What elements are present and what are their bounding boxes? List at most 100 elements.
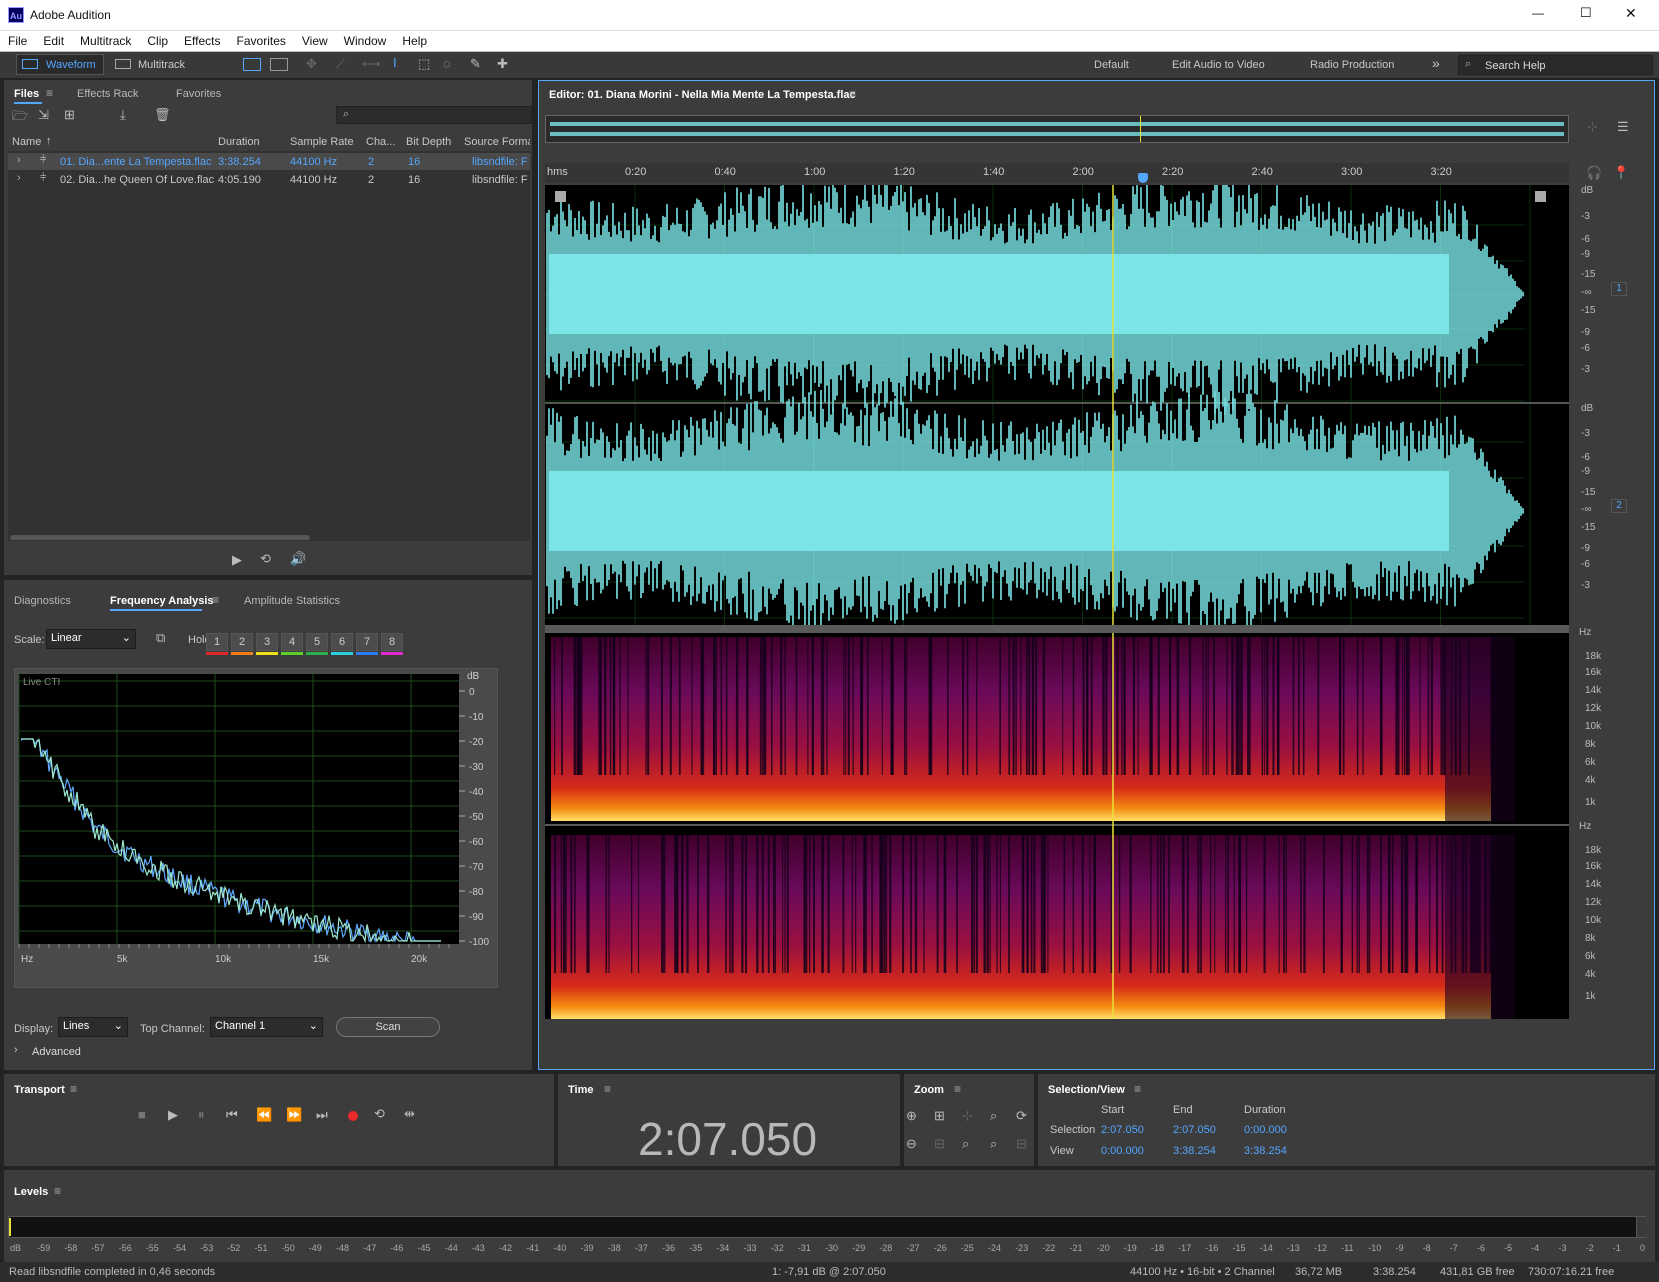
channel-layout-icon[interactable]: ☰ <box>1617 119 1629 135</box>
new-file-icon[interactable]: ⊞ <box>64 107 75 123</box>
expand-arrow-icon[interactable]: › <box>17 172 21 184</box>
play-preview-icon[interactable]: ▶ <box>232 552 242 568</box>
overview-bar[interactable] <box>545 115 1569 143</box>
selection-duration[interactable]: 0:00.000 <box>1244 1124 1287 1136</box>
menu-help[interactable]: Help <box>394 31 435 48</box>
import-file-icon[interactable]: ⇲ <box>38 107 49 123</box>
time-ruler[interactable]: hms 0:20 0:40 1:00 1:20 1:40 2:00 2:20 2:40 3:00 3… <box>545 163 1569 183</box>
waveform-display[interactable] <box>545 185 1569 625</box>
tab-diagnostics[interactable]: Diagnostics <box>14 595 71 607</box>
zoom-out-full-icon[interactable]: ⌕ <box>990 1136 997 1152</box>
levels-menu-icon[interactable]: ≡ <box>54 1184 61 1198</box>
rewind-icon[interactable]: ⏪ <box>256 1107 272 1123</box>
menu-file[interactable]: File <box>0 31 35 48</box>
advanced-expand-icon[interactable]: › <box>14 1044 18 1056</box>
open-file-icon[interactable]: 🗁 <box>12 107 28 129</box>
skip-end-icon[interactable]: ⏭ <box>316 1107 328 1123</box>
workspace-default[interactable]: Default <box>1094 59 1129 71</box>
zoom-selection-icon[interactable]: ⌕ <box>962 1136 969 1152</box>
delete-icon[interactable]: 🗑 <box>154 107 171 123</box>
move-tool-icon[interactable]: ✥ <box>306 56 317 72</box>
headphones-icon[interactable]: 🎧 <box>1586 165 1602 181</box>
brush-tool-icon[interactable]: ✎ <box>470 56 481 72</box>
hold-button-3[interactable]: 3 <box>256 633 278 651</box>
fade-out-handle-icon[interactable] <box>1535 191 1546 202</box>
tab-files[interactable]: Files <box>14 88 39 100</box>
spectral-pitch-icon[interactable] <box>270 58 288 71</box>
scale-select[interactable]: Linear ⌄ <box>46 629 136 649</box>
menu-effects[interactable]: Effects <box>176 31 228 48</box>
menu-clip[interactable]: Clip <box>139 31 176 48</box>
top-channel-select[interactable]: Channel 1 ⌄ <box>210 1017 323 1037</box>
editor-menu-icon[interactable]: ≡ <box>849 87 856 101</box>
play-icon[interactable]: ▶ <box>168 1107 178 1123</box>
zoom-in-point-icon[interactable]: ⌕ <box>990 1108 997 1124</box>
slip-tool-icon[interactable]: ⟷ <box>362 56 381 72</box>
hold-button-1[interactable]: 1 <box>206 633 228 651</box>
col-source-format[interactable]: Source Forma <box>464 136 530 148</box>
workspace-radio-production[interactable]: Radio Production <box>1310 59 1394 71</box>
menu-multitrack[interactable]: Multitrack <box>72 31 139 48</box>
advanced-label[interactable]: Advanced <box>32 1046 81 1058</box>
hold-button-7[interactable]: 7 <box>356 633 378 651</box>
maximize-button[interactable]: ☐ <box>1580 5 1592 21</box>
view-end[interactable]: 3:38.254 <box>1173 1145 1216 1157</box>
zoom-out-amplitude-icon[interactable]: ⊖ <box>906 1136 917 1152</box>
marquee-tool-icon[interactable]: ⬚ <box>418 56 430 72</box>
skip-selection-icon[interactable]: ⇹ <box>404 1106 415 1122</box>
time-menu-icon[interactable]: ≡ <box>604 1082 611 1096</box>
record-icon[interactable] <box>348 1111 358 1121</box>
spectral-view-icon[interactable] <box>243 58 261 71</box>
minimize-button[interactable]: — <box>1532 6 1544 20</box>
stop-icon[interactable]: ■ <box>138 1107 146 1122</box>
fade-in-handle-icon[interactable] <box>555 191 566 202</box>
files-search-input[interactable]: ⌕ <box>336 106 532 124</box>
hold-button-8[interactable]: 8 <box>381 633 403 651</box>
menu-window[interactable]: Window <box>336 31 395 48</box>
col-bit-depth[interactable]: Bit Depth <box>406 136 451 148</box>
spectral-divider[interactable] <box>545 625 1569 633</box>
tab-effects-rack[interactable]: Effects Rack <box>77 88 139 100</box>
hold-button-5[interactable]: 5 <box>306 633 328 651</box>
scan-button[interactable]: Scan <box>336 1017 440 1037</box>
selection-view-menu-icon[interactable]: ≡ <box>1134 1082 1141 1096</box>
expand-arrow-icon[interactable]: › <box>17 154 21 166</box>
pin-icon[interactable]: 📍 <box>1613 165 1629 181</box>
view-start[interactable]: 0:00.000 <box>1101 1145 1144 1157</box>
more-workspaces-icon[interactable]: » <box>1432 55 1440 71</box>
pause-icon[interactable]: ⏸ <box>198 1107 205 1123</box>
col-name[interactable]: Name <box>12 136 41 148</box>
zoom-in-left-icon[interactable]: ⊹ <box>962 1108 973 1124</box>
hold-button-4[interactable]: 4 <box>281 633 303 651</box>
col-duration[interactable]: Duration <box>218 136 260 148</box>
spectral-display[interactable] <box>545 633 1569 1019</box>
clip-indicator[interactable] <box>1636 1217 1646 1237</box>
healing-tool-icon[interactable]: ✚ <box>497 56 508 72</box>
hold-button-2[interactable]: 2 <box>231 633 253 651</box>
channel-badge-2[interactable]: 2 <box>1611 499 1627 513</box>
fast-forward-icon[interactable]: ⏩ <box>286 1107 302 1123</box>
multitrack-mode-button[interactable]: Multitrack <box>138 59 185 71</box>
transport-menu-icon[interactable]: ≡ <box>70 1082 77 1096</box>
search-help-field[interactable]: ⌕ Search Help <box>1458 55 1653 75</box>
lasso-tool-icon[interactable]: ◌ <box>443 56 451 71</box>
table-row[interactable]: › ⫩ 01. Dia...ente La Tempesta.flac 3:38… <box>8 153 530 170</box>
zoom-in-amplitude-icon[interactable]: ⊕ <box>906 1108 917 1124</box>
menu-favorites[interactable]: Favorites <box>229 31 294 48</box>
selection-start[interactable]: 2:07.050 <box>1101 1124 1144 1136</box>
col-channels[interactable]: Cha... <box>366 136 395 148</box>
zoom-out-time-icon[interactable]: ⊟ <box>934 1136 945 1152</box>
freq-menu-icon[interactable]: ≡ <box>212 593 219 607</box>
tab-frequency-analysis[interactable]: Frequency Analysis <box>110 595 214 607</box>
loop-preview-icon[interactable]: ⟲ <box>260 551 271 567</box>
tab-amplitude-statistics[interactable]: Amplitude Statistics <box>244 595 340 607</box>
playhead-marker-icon[interactable] <box>1138 173 1148 183</box>
zoom-reset-icon[interactable]: ⟳ <box>1016 1108 1027 1124</box>
time-selection-tool-icon[interactable]: I <box>393 55 397 70</box>
view-duration[interactable]: 3:38.254 <box>1244 1145 1287 1157</box>
skip-start-icon[interactable]: ⏮ <box>226 1107 238 1123</box>
menu-view[interactable]: View <box>294 31 336 48</box>
zoom-menu-icon[interactable]: ≡ <box>954 1082 961 1096</box>
zoom-in-time-icon[interactable]: ⊞ <box>934 1108 945 1124</box>
zoom-tracks-icon[interactable]: ⊟ <box>1016 1136 1027 1152</box>
